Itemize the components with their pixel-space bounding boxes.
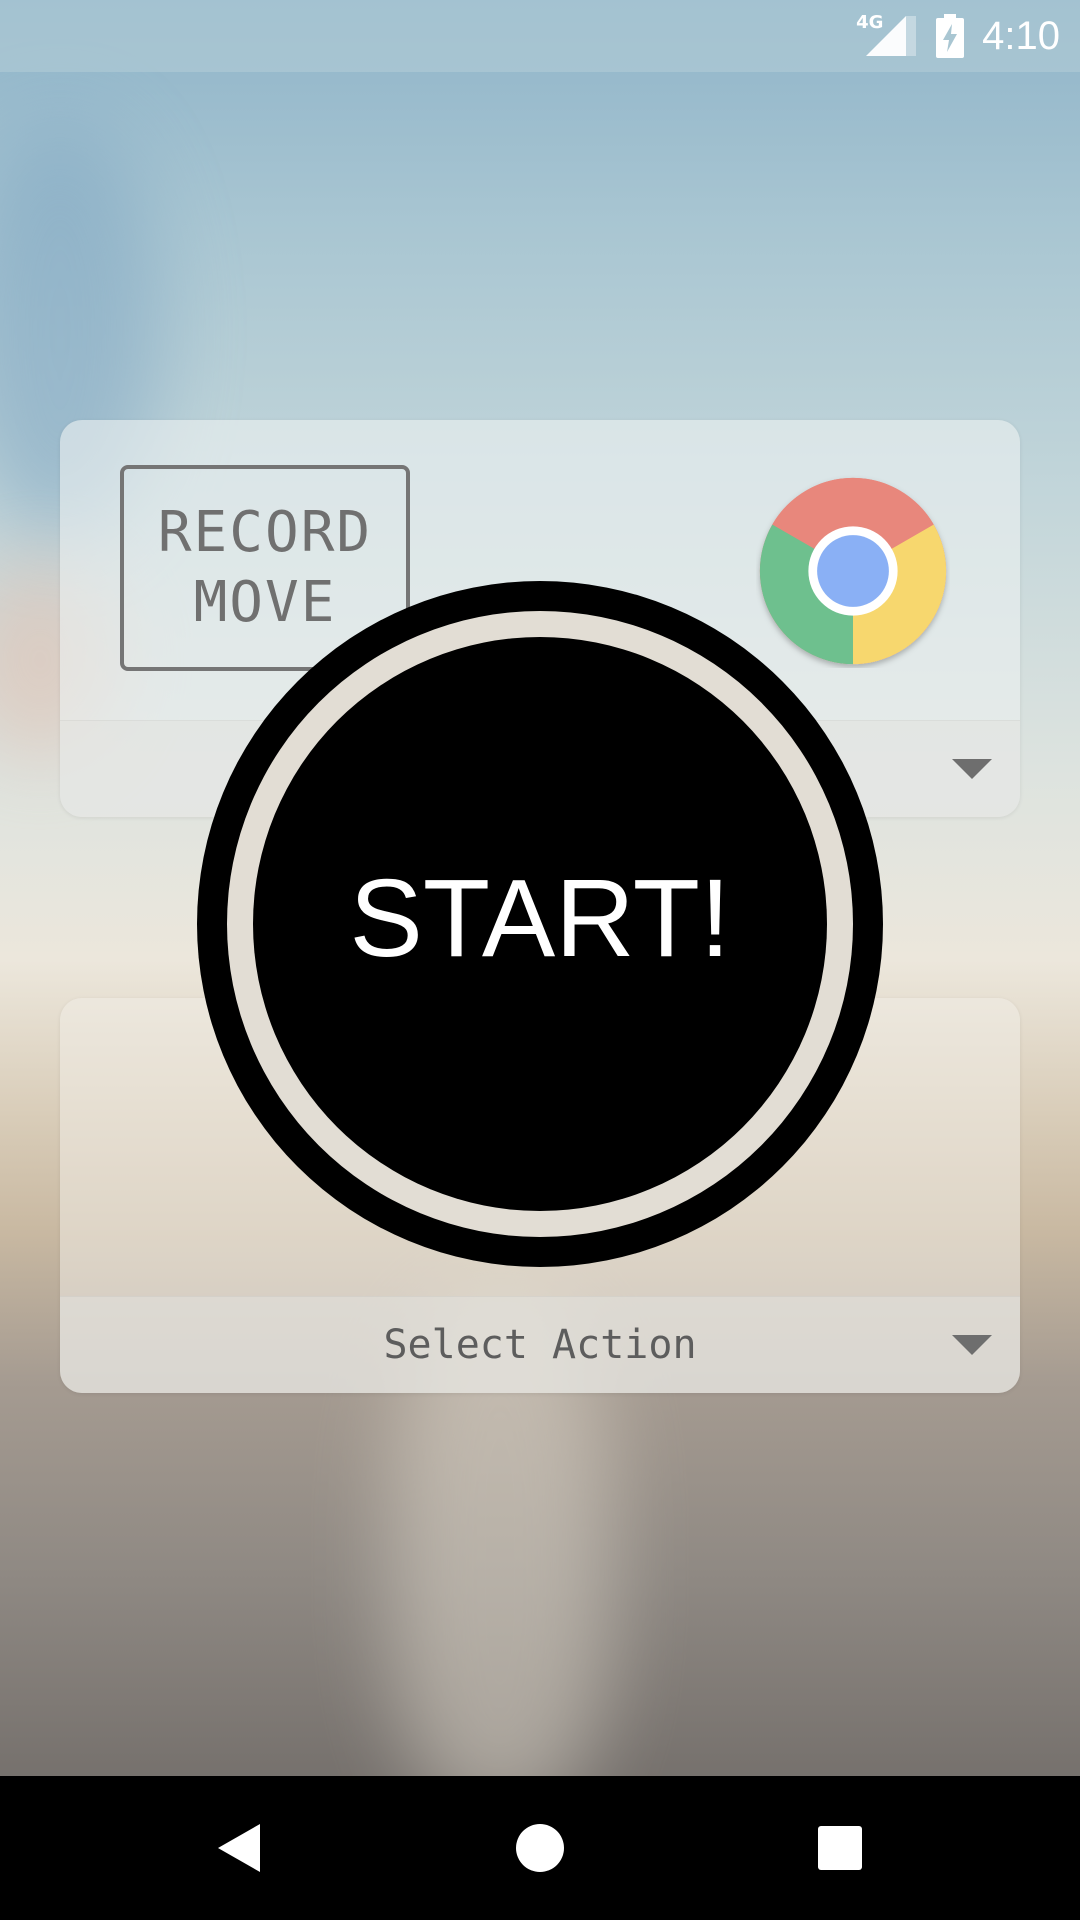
status-bar: 4G 4:10 xyxy=(0,0,1080,72)
start-button[interactable]: START! xyxy=(197,581,883,1267)
home-icon[interactable] xyxy=(508,1816,572,1880)
action-spinner-label: Select Action xyxy=(383,1322,697,1368)
start-button-disc: START! xyxy=(253,637,827,1211)
network-type: 4G xyxy=(856,12,884,33)
signal-icon: 4G xyxy=(856,12,918,58)
back-icon[interactable] xyxy=(208,1816,272,1880)
navigation-bar xyxy=(0,1776,1080,1920)
dropdown-arrow-icon xyxy=(952,759,992,779)
dropdown-arrow-icon xyxy=(952,1335,992,1355)
record-move-label-line1: RECORD xyxy=(157,500,373,565)
battery-charging-icon xyxy=(936,14,965,58)
recents-icon[interactable] xyxy=(808,1816,872,1880)
action-spinner[interactable]: Select Action xyxy=(60,1296,1020,1393)
record-move-label-line2: MOVE xyxy=(193,570,337,635)
chrome-icon[interactable] xyxy=(756,474,950,668)
clock: 4:10 xyxy=(982,13,1060,58)
start-button-label: START! xyxy=(349,856,731,980)
